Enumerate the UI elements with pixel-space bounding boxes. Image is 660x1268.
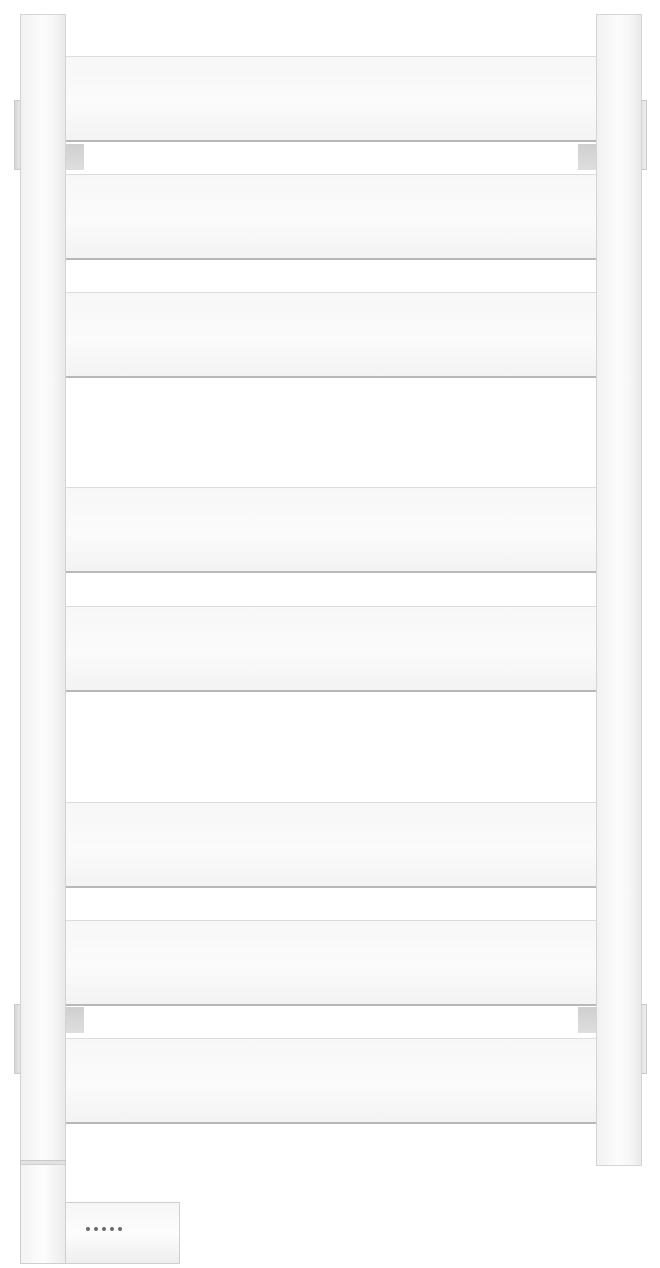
thermostat-body (20, 1164, 66, 1264)
gap-cap-right (578, 144, 596, 170)
radiator-slat (66, 292, 596, 378)
indicator-led (102, 1227, 106, 1231)
gap-cap-right (578, 1007, 596, 1033)
radiator-slat (66, 802, 596, 888)
radiator-slat (66, 56, 596, 142)
left-vertical-rail (20, 14, 66, 1166)
radiator-slat (66, 174, 596, 260)
radiator-slat (66, 487, 596, 573)
indicator-led (118, 1227, 122, 1231)
radiator-slat (66, 920, 596, 1006)
thermostat-indicator-leds (86, 1227, 122, 1231)
radiator-slat (66, 606, 596, 692)
thermostat-control-unit (66, 1202, 180, 1264)
right-vertical-rail (596, 14, 642, 1166)
radiator-slat (66, 1038, 596, 1124)
indicator-led (86, 1227, 90, 1231)
towel-radiator-product-photo (0, 0, 660, 1268)
indicator-led (94, 1227, 98, 1231)
bottom-gap-shadow (66, 1005, 596, 1035)
top-gap-shadow (66, 142, 596, 172)
gap-cap-left (66, 144, 84, 170)
gap-cap-left (66, 1007, 84, 1033)
indicator-led (110, 1227, 114, 1231)
